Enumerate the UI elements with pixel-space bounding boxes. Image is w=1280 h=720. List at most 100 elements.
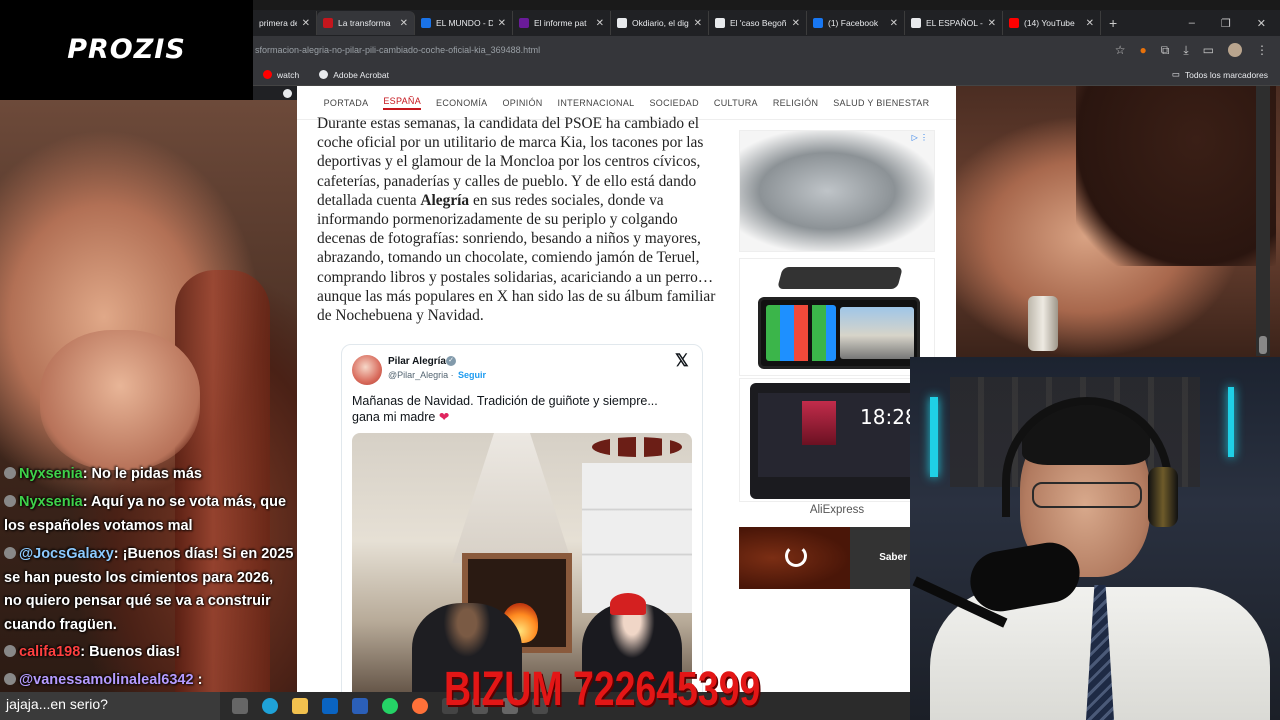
nav-item[interactable]: OPINIÓN	[502, 98, 542, 108]
x-logo-icon[interactable]: 𝕏	[675, 351, 689, 371]
nav-item[interactable]: ECONOMÍA	[436, 98, 487, 108]
browser-tab[interactable]: (14) YouTube ✕	[1003, 11, 1101, 35]
tweet-text-body: Mañanas de Navidad. Tradición de guiñote…	[352, 394, 658, 424]
replay-icon[interactable]	[785, 545, 807, 567]
toolbar-icons: ☆ ● ⧉ ⤓ ▭ ⋮	[1115, 43, 1280, 58]
all-bookmarks-label: Todos los marcadores	[1184, 69, 1268, 80]
sidebar-icon[interactable]: ▭	[1203, 43, 1214, 57]
tweet-handle[interactable]: @Pilar_Alegria ·	[388, 370, 454, 380]
browser-tab[interactable]: El informe pat ✕	[513, 11, 611, 35]
app-grid-shape	[766, 305, 836, 361]
tab-close-icon[interactable]: ✕	[890, 18, 898, 29]
star-icon[interactable]: ☆	[1115, 43, 1126, 57]
tab-label: Okdiario, el dig	[632, 18, 689, 28]
chat-text: : No le pidas más	[82, 466, 202, 482]
follow-link[interactable]: Seguir	[458, 370, 486, 380]
tab-close-icon[interactable]: ✕	[596, 18, 604, 29]
prozis-logo: PROZIS	[67, 33, 186, 65]
nav-item[interactable]: PORTADA	[324, 98, 369, 108]
browser-tab[interactable]: La transforma ✕	[317, 11, 415, 35]
bookmarks-bar: watch Adobe Acrobat ▭ Todos los marcadores	[253, 64, 1280, 86]
tweet-avatar[interactable]	[352, 355, 382, 385]
browser-tab[interactable]: EL ESPAÑOL - ✕	[905, 11, 1003, 35]
tab-label: La transforma	[338, 18, 391, 28]
tab-label: primera de	[259, 18, 297, 28]
tab-close-icon[interactable]: ✕	[1086, 18, 1094, 29]
browser-tab-bar: primera de ✕ La transforma ✕ EL MUNDO - D ✕ El…	[253, 10, 1280, 36]
nav-item[interactable]: SOCIEDAD	[649, 98, 698, 108]
info-icon[interactable]	[283, 89, 292, 98]
scrollbar-thumb[interactable]	[1259, 336, 1267, 354]
page-scrollbar[interactable]	[1256, 86, 1270, 356]
ad-car-stereo[interactable]: 18:28	[739, 378, 935, 502]
chat-username: @JocsGalaxy	[19, 546, 114, 562]
browser-tab[interactable]: El 'caso Begoñ ✕	[709, 11, 807, 35]
firefox-icon[interactable]	[412, 698, 428, 714]
news-page: PORTADA ESPAÑA ECONOMÍA OPINIÓN INTERNACIONA…	[297, 86, 956, 692]
chat-badge-icon	[4, 495, 16, 507]
tweet-photo[interactable]	[352, 433, 692, 692]
tab-favicon-icon	[519, 18, 529, 28]
tab-close-icon[interactable]: ✕	[498, 18, 506, 29]
new-tab-icon[interactable]: +	[1101, 15, 1125, 31]
ad-car-display[interactable]	[739, 258, 935, 376]
bookmark-item[interactable]: Adobe Acrobat	[309, 70, 399, 80]
ad-fuel-pump[interactable]: ▷ ⋮	[739, 130, 935, 252]
close-window-icon[interactable]: ✕	[1257, 17, 1266, 30]
url-text[interactable]: sformacion-alegria-no-pilar-pili-cambiad…	[253, 45, 1115, 55]
bookmark-label: watch	[277, 69, 300, 80]
tab-close-icon[interactable]: ✕	[694, 18, 702, 29]
bookmark-item[interactable]: watch	[253, 70, 309, 80]
hair-image	[1076, 86, 1276, 266]
album-art-shape	[802, 401, 836, 445]
ad-source-label[interactable]: AliExpress	[739, 504, 935, 516]
browser-tab[interactable]: primera de ✕	[253, 11, 317, 35]
tab-favicon-icon	[911, 18, 921, 28]
chat-badge-icon	[4, 467, 16, 479]
chat-username: Nyxsenia	[19, 466, 83, 482]
embedded-tweet[interactable]: Pilar Alegría ✓ @Pilar_Alegria · Seguir …	[341, 344, 703, 692]
nav-item[interactable]: SALUD Y BIENESTAR	[833, 98, 929, 108]
minimize-icon[interactable]: –	[1189, 17, 1195, 30]
chat-message: Nyxsenia: No le pidas más	[4, 463, 294, 487]
tab-close-icon[interactable]: ✕	[400, 18, 408, 29]
tweet-author-name[interactable]: Pilar Alegría	[388, 356, 446, 367]
menu-icon[interactable]: ⋮	[1256, 43, 1268, 57]
word-icon[interactable]	[352, 698, 368, 714]
tab-close-icon[interactable]: ✕	[792, 18, 800, 29]
address-bar[interactable]: sformacion-alegria-no-pilar-pili-cambiad…	[253, 36, 1280, 64]
tweet-text: Mañanas de Navidad. Tradición de guiñote…	[352, 393, 682, 425]
task-view-icon[interactable]	[232, 698, 248, 714]
nav-item[interactable]: ESPAÑA	[383, 96, 422, 110]
download-icon[interactable]: ⤓	[1183, 43, 1188, 58]
nav-item[interactable]: RELIGIÓN	[773, 98, 818, 108]
profile-avatar[interactable]	[1228, 43, 1242, 57]
browser-tab[interactable]: Okdiario, el dig ✕	[611, 11, 709, 35]
tab-label: El informe pat	[534, 18, 587, 28]
tab-label: EL ESPAÑOL -	[926, 18, 983, 28]
puzzle-icon[interactable]: ⧉	[1161, 43, 1170, 58]
bookmark-icon	[263, 70, 272, 79]
tab-close-icon[interactable]: ✕	[988, 18, 996, 29]
shelf-shape	[582, 463, 692, 613]
whatsapp-icon[interactable]	[382, 698, 398, 714]
chimney-shape	[452, 433, 572, 563]
heart-icon: ❤	[438, 410, 450, 424]
headphone-cup	[1148, 467, 1178, 527]
outlook-icon[interactable]	[322, 698, 338, 714]
tab-label: (1) Facebook	[828, 18, 879, 28]
browser-tab[interactable]: EL MUNDO - D ✕	[415, 11, 513, 35]
all-bookmarks-button[interactable]: ▭ Todos los marcadores	[1162, 69, 1280, 80]
file-explorer-icon[interactable]	[292, 698, 308, 714]
adchoices-icon[interactable]: ▷ ⋮	[912, 133, 928, 142]
browser-tab[interactable]: (1) Facebook ✕	[807, 11, 905, 35]
extension-icon[interactable]: ●	[1140, 43, 1147, 57]
nav-item[interactable]: CULTURA	[714, 98, 758, 108]
tab-close-icon[interactable]: ✕	[302, 18, 310, 29]
nav-item[interactable]: INTERNACIONAL	[558, 98, 635, 108]
article-body: Durante estas semanas, la candidata del …	[317, 114, 729, 325]
edge-icon[interactable]	[262, 698, 278, 714]
video-thumbnail[interactable]	[739, 527, 850, 589]
restore-icon[interactable]: ❐	[1221, 17, 1231, 30]
bizum-donation-overlay: BIZUM 722645399	[444, 663, 761, 716]
